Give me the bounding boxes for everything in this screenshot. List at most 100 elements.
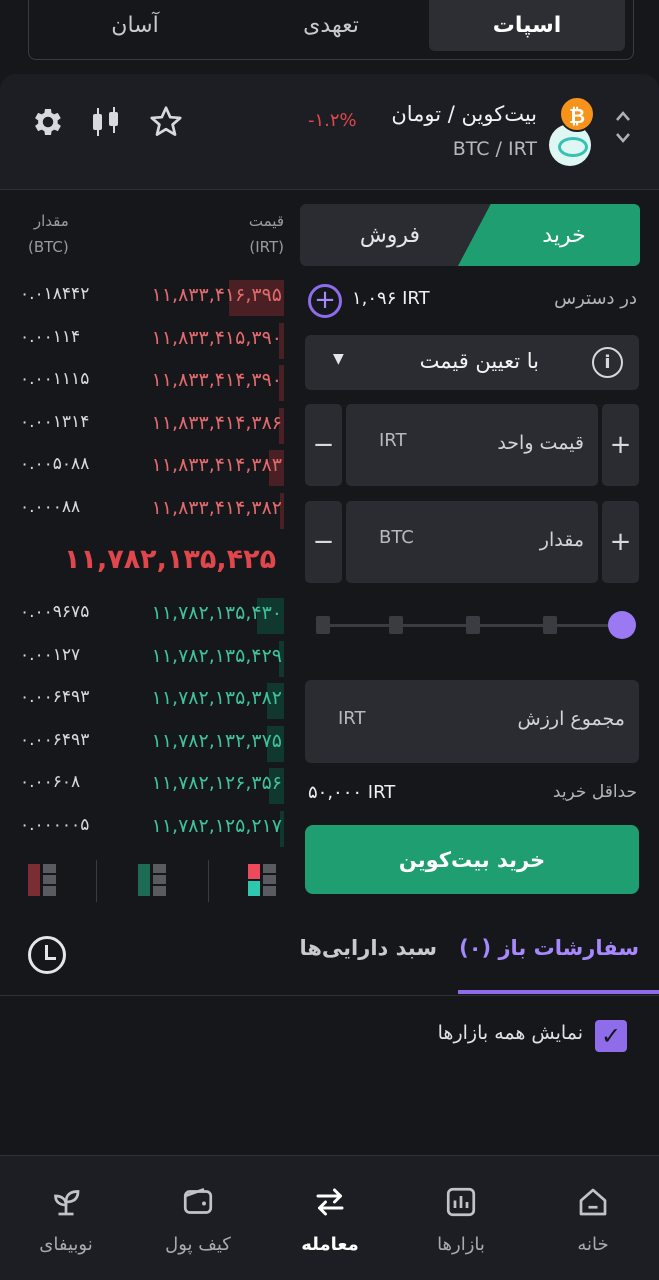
amount-input[interactable]: مقدار BTC: [346, 501, 598, 583]
tab-margin[interactable]: تعهدی: [233, 0, 429, 51]
tab-sell[interactable]: فروش: [300, 204, 480, 266]
nav-trade-label: معامله: [301, 1234, 359, 1255]
bid-price: ۱۱,۷۸۲,۱۲۶,۳۵۶: [151, 772, 282, 794]
tab-spot[interactable]: اسپات: [429, 0, 625, 51]
view-asks-icon[interactable]: [28, 862, 58, 898]
ask-row[interactable]: ۱۱,۸۳۳,۴۱۴,۳۸۳ ۰.۰۰۵۰۸۸: [0, 450, 290, 492]
tab-portfolio[interactable]: سبد دارایی‌ها: [299, 936, 437, 960]
ask-amount: ۰.۰۰۱۱۱۵: [20, 369, 90, 389]
bid-row[interactable]: ۱۱,۷۸۲,۱۳۵,۴۲۹ ۰.۰۰۱۲۷: [0, 640, 290, 683]
total-label: مجموع ارزش: [517, 708, 625, 730]
mode-tabs: اسپات تعهدی آسان: [28, 0, 634, 60]
price-plus-button[interactable]: +: [602, 404, 639, 486]
bid-amount: ۰.۰۰۹۶۷۵: [20, 602, 90, 622]
bid-amount: ۰.۰۰۶۴۹۳: [20, 687, 90, 707]
price-label: قیمت واحد: [497, 432, 584, 454]
tab-easy[interactable]: آسان: [37, 0, 233, 51]
slider-step[interactable]: [316, 616, 330, 634]
history-icon[interactable]: [28, 936, 66, 974]
ask-amount: ۰.۰۰۱۳۱۴: [20, 411, 90, 432]
slider-step[interactable]: [389, 616, 403, 634]
caret-down-icon: ▼: [333, 351, 344, 367]
ask-price: ۱۱,۸۳۳,۴۱۴,۳۸۶: [151, 411, 282, 434]
slider-step[interactable]: [543, 616, 557, 634]
min-buy-label: حداقل خرید: [552, 782, 637, 802]
amount-field-row: − مقدار BTC +: [305, 501, 639, 583]
star-icon[interactable]: [148, 104, 184, 140]
bitcoin-icon: ₿: [559, 96, 595, 132]
show-all-markets-checkbox[interactable]: ✓: [595, 1020, 627, 1052]
ask-price: ۱۱,۸۳۳,۴۱۴,۳۸۳: [151, 454, 282, 476]
market-switch-chevron-icon[interactable]: [613, 104, 633, 150]
ask-row[interactable]: ۱۱,۸۳۳,۴۱۴,۳۸۶ ۰.۰۰۱۳۱۴: [0, 407, 290, 450]
order-type-label: با تعیین قیمت: [419, 349, 539, 373]
slider-handle[interactable]: [608, 611, 636, 639]
bid-row[interactable]: ۱۱,۷۸۲,۱۳۵,۴۳۰ ۰.۰۰۹۶۷۵: [0, 598, 290, 640]
orders-tabs: سفارشات باز (۰) سبد دارایی‌ها: [0, 922, 659, 996]
nav-markets[interactable]: بازارها: [395, 1156, 527, 1280]
ask-row[interactable]: ۱۱,۸۳۳,۴۱۶,۳۹۵ ۰.۰۱۸۴۴۲: [0, 280, 290, 322]
orderbook-price-header: قیمت (IRT): [249, 208, 284, 260]
amount-unit-label: (BTC): [28, 238, 69, 256]
ask-row[interactable]: ۱۱,۸۳۳,۴۱۴,۳۹۰ ۰.۰۰۱۱۱۵: [0, 365, 290, 407]
buy-bitcoin-button[interactable]: خرید بیت‌کوین: [305, 825, 639, 894]
show-all-markets-label[interactable]: نمایش همه بازارها: [438, 1022, 583, 1044]
bid-row[interactable]: ۱۱,۷۸۲,۱۲۵,۲۱۷ ۰.۰۰۰۰۰۵: [0, 810, 290, 853]
settings-icon[interactable]: [30, 104, 66, 140]
view-bids-icon[interactable]: [138, 862, 168, 898]
trade-swap-icon: [312, 1184, 348, 1220]
price-minus-button[interactable]: −: [305, 404, 342, 486]
tab-open-orders[interactable]: سفارشات باز (۰): [459, 936, 639, 960]
nav-trade[interactable]: معامله: [264, 1156, 396, 1280]
price-header-label: قیمت: [248, 212, 284, 230]
deposit-plus-icon[interactable]: +: [308, 284, 342, 318]
bid-row[interactable]: ۱۱,۷۸۲,۱۲۶,۳۵۶ ۰.۰۰۶۰۸: [0, 768, 290, 810]
bid-price: ۱۱,۷۸۲,۱۳۵,۴۳۰: [151, 602, 282, 624]
bid-amount: ۰.۰۰۱۲۷: [20, 644, 81, 665]
amount-header-label: مقدار: [33, 212, 69, 230]
bid-row[interactable]: ۱۱,۷۸۲,۱۳۲,۳۷۵ ۰.۰۰۶۴۹۳: [0, 725, 290, 768]
bid-price: ۱۱,۷۸۲,۱۳۵,۴۲۹: [151, 644, 282, 667]
nav-home-label: خانه: [577, 1234, 609, 1255]
price-input[interactable]: قیمت واحد IRT: [346, 404, 598, 486]
divider: [96, 860, 97, 902]
amount-label: مقدار: [539, 529, 584, 551]
bottom-navigation: خانه بازارها معامله کیف پول نوبیفای: [0, 1155, 659, 1280]
home-icon: [575, 1184, 611, 1220]
ask-amount: ۰.۰۱۸۴۴۲: [20, 284, 90, 304]
ask-row[interactable]: ۱۱,۸۳۳,۴۱۴,۳۸۲ ۰.۰۰۰۸۸: [0, 492, 290, 535]
nav-wallet[interactable]: کیف پول: [132, 1156, 264, 1280]
markets-chart-icon: [443, 1184, 479, 1220]
total-input[interactable]: مجموع ارزش IRT: [305, 680, 639, 763]
tab-buy[interactable]: خرید: [458, 204, 640, 266]
active-tab-indicator: [458, 990, 659, 994]
amount-minus-button[interactable]: −: [305, 501, 342, 583]
slider-step[interactable]: [466, 616, 480, 634]
price-unit: IRT: [379, 430, 407, 451]
bid-amount: ۰.۰۰۶۰۸: [20, 772, 81, 792]
ask-price: ۱۱,۸۳۳,۴۱۴,۳۹۰: [151, 369, 282, 391]
order-type-select[interactable]: i با تعیین قیمت ▼: [305, 335, 639, 390]
nav-wallet-label: کیف پول: [165, 1234, 231, 1255]
pair-title[interactable]: بیت‌کوین / تومان: [391, 102, 537, 126]
pair-symbol: BTC / IRT: [452, 138, 537, 160]
ask-row[interactable]: ۱۱,۸۳۳,۴۱۵,۳۹۰ ۰.۰۰۱۱۴: [0, 322, 290, 365]
ask-price: ۱۱,۸۳۳,۴۱۴,۳۸۲: [151, 496, 282, 519]
view-both-icon[interactable]: [248, 862, 278, 898]
last-price[interactable]: ۱۱,۷۸۲,۱۳۵,۴۲۵: [64, 544, 276, 575]
available-label: در دسترس: [554, 288, 637, 309]
amount-plus-button[interactable]: +: [602, 501, 639, 583]
available-balance: ۱,۰۹۶ IRT: [352, 288, 430, 309]
candlestick-chart-icon[interactable]: [88, 104, 124, 140]
bid-row[interactable]: ۱۱,۷۸۲,۱۳۵,۳۸۲ ۰.۰۰۶۴۹۳: [0, 683, 290, 725]
buy-sell-tabs: فروش خرید: [300, 204, 640, 266]
info-icon[interactable]: i: [592, 347, 623, 378]
bid-price: ۱۱,۷۸۲,۱۳۵,۳۸۲: [151, 687, 282, 709]
ask-amount: ۰.۰۰۰۸۸: [20, 496, 81, 517]
pair-icons: ₿: [549, 96, 597, 166]
nav-nobifai[interactable]: نوبیفای: [0, 1156, 132, 1280]
bid-price: ۱۱,۷۸۲,۱۲۵,۲۱۷: [151, 814, 282, 837]
nav-home[interactable]: خانه: [527, 1156, 659, 1280]
amount-unit: BTC: [379, 527, 414, 548]
bid-amount: ۰.۰۰۰۰۰۵: [20, 814, 90, 835]
